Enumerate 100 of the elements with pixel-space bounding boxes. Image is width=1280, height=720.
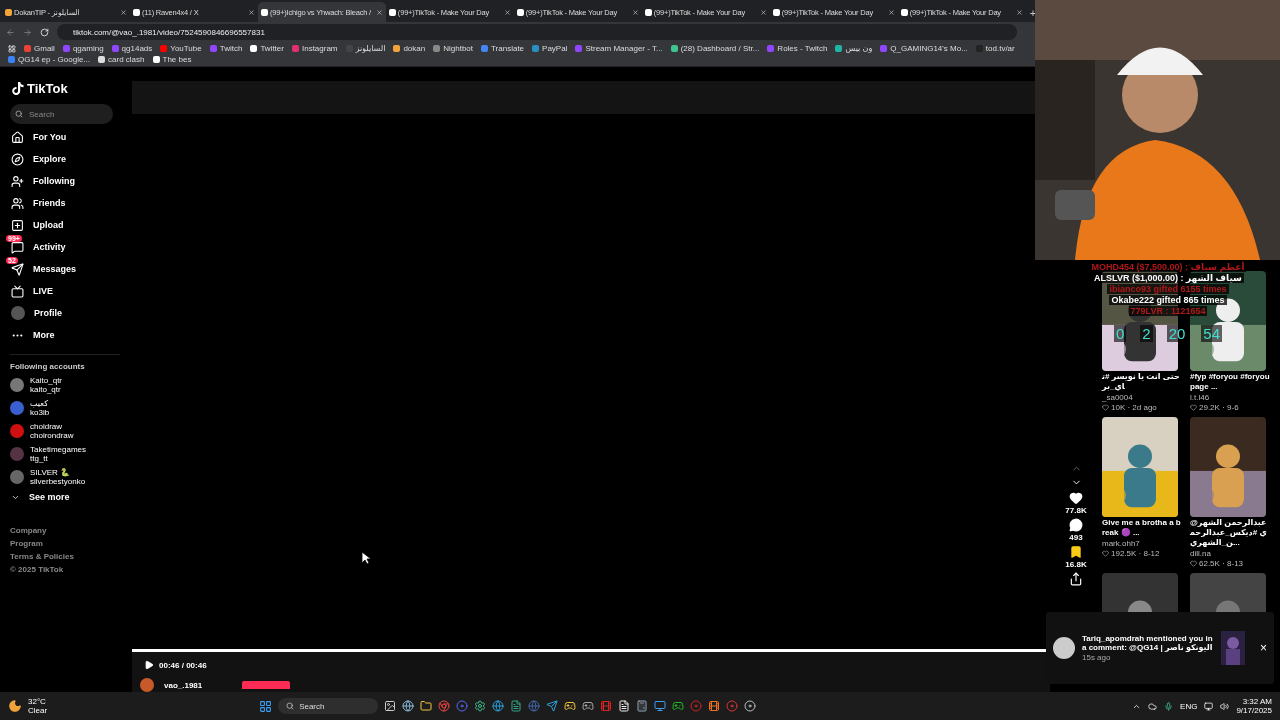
clock-date[interactable]: 9/17/2025 [1236, 706, 1272, 715]
account-name[interactable]: كعيب [30, 399, 50, 408]
bookmark-link[interactable]: السايلونز [345, 44, 386, 53]
bookmark-link[interactable]: ون بيس [835, 44, 873, 53]
disc-icon[interactable] [744, 700, 757, 712]
search-field[interactable]: Search [10, 104, 113, 124]
account-handle[interactable]: kaito_qtr [30, 385, 63, 394]
avatar-icon[interactable] [10, 424, 24, 438]
image-icon[interactable] [384, 700, 397, 712]
author-name[interactable]: l.t.l46 [1190, 393, 1270, 402]
nav-item[interactable]: Upload [10, 214, 120, 236]
account-name[interactable]: Taketimegames [30, 445, 87, 454]
account-name[interactable]: Kaito_qtr [30, 376, 63, 385]
file-icon[interactable] [618, 700, 631, 712]
bookmark-link[interactable]: qgaming [62, 44, 104, 53]
reload-icon[interactable] [40, 27, 49, 37]
account-handle[interactable]: choirondraw [30, 431, 74, 440]
account-name[interactable]: choidraw [30, 422, 74, 431]
bookmark-link[interactable]: tod.tv/ar [975, 44, 1015, 53]
close-icon[interactable] [631, 8, 639, 16]
bookmark-link[interactable]: YouTube [160, 44, 202, 53]
nav-item[interactable]: Explore [10, 148, 120, 170]
start-icon[interactable] [259, 699, 273, 713]
footer-link[interactable]: Program [10, 539, 120, 548]
close-icon[interactable] [375, 8, 383, 16]
bookmark-link[interactable]: dokan [393, 44, 426, 53]
video-caption[interactable]: @عبدالرحمن الشهري #ديكس_عبدالرحمن_الشهري... [1190, 518, 1270, 548]
author-name[interactable]: vao_.1981 [164, 680, 203, 690]
account-handle[interactable]: ttg_tt [30, 454, 87, 463]
bookmark-link[interactable]: PayPal [532, 44, 568, 53]
close-icon[interactable] [759, 8, 767, 16]
account-handle[interactable]: silverbestyonko [30, 477, 86, 486]
nav-item[interactable]: Profile [10, 302, 120, 324]
close-icon[interactable] [1015, 8, 1023, 16]
account-handle[interactable]: ko3ib [30, 408, 50, 417]
avatar-icon[interactable] [10, 470, 24, 484]
bookmark-link[interactable]: Twitch [209, 44, 243, 53]
video-caption[interactable]: Give me a brotha a break 🟣 ... [1102, 518, 1182, 538]
nav-item[interactable]: LIVE [10, 280, 120, 302]
avatar-icon[interactable] [10, 401, 24, 415]
nav-item[interactable]: Following [10, 170, 120, 192]
video-caption[interactable]: حتى انت يا نويسر #تاي_بر [1102, 372, 1182, 392]
calculator-icon[interactable] [636, 700, 649, 712]
bookmark-link[interactable]: QG14 ep - Google... [8, 55, 91, 64]
footer-link[interactable]: © 2025 TikTok [10, 565, 120, 574]
bookmark-link[interactable]: Gmail [24, 44, 55, 53]
bookmark-link[interactable]: Q_GAMING14's Mo... [880, 44, 968, 53]
nav-item[interactable]: More [10, 324, 120, 346]
nav-item[interactable]: Friends [10, 192, 120, 214]
avatar-icon[interactable] [10, 378, 24, 392]
footer-link[interactable]: Company [10, 526, 120, 535]
bookmark-link[interactable]: (28) Dashboard / Str... [670, 44, 760, 53]
share-icon[interactable] [1069, 572, 1083, 586]
tiktok-logo[interactable]: TikTok [12, 81, 120, 96]
disc-icon[interactable] [726, 700, 739, 712]
bookmark-link[interactable]: qg14ads [111, 44, 153, 53]
bookmark-link[interactable]: Instagram [291, 44, 338, 53]
forward-icon[interactable] [23, 27, 32, 37]
nav-item[interactable]: For You [10, 126, 120, 148]
folder-icon[interactable] [420, 700, 433, 712]
disc-icon[interactable] [456, 700, 469, 712]
globe-icon[interactable] [402, 700, 415, 712]
bookmark-link[interactable]: Translate [481, 44, 525, 53]
monitor-icon[interactable] [654, 700, 667, 712]
address-field[interactable]: tiktok.com/@vao_.1981/video/7524590846696557831 [57, 24, 1017, 40]
monitor-icon[interactable] [1204, 701, 1214, 711]
heart-icon[interactable] [1069, 491, 1083, 505]
close-button[interactable]: × [1260, 641, 1267, 655]
bookmark-link[interactable]: card clash [98, 55, 145, 64]
file-icon[interactable] [510, 700, 523, 712]
gamepad-icon[interactable] [672, 700, 685, 712]
back-icon[interactable] [6, 27, 15, 37]
chrome-icon[interactable] [438, 700, 451, 712]
film-icon[interactable] [708, 700, 721, 712]
author-name[interactable]: _sa0004 [1102, 393, 1182, 402]
mic-icon[interactable] [1164, 701, 1174, 711]
follow-button[interactable] [242, 681, 291, 689]
comment-icon[interactable] [1069, 518, 1083, 532]
film-icon[interactable] [600, 700, 613, 712]
volume-icon[interactable] [1220, 701, 1230, 711]
bookmark-link[interactable]: The bes [152, 55, 192, 64]
bookmark-link[interactable]: Stream Manager - T... [575, 44, 663, 53]
bookmark-link[interactable]: Nightbot [433, 44, 473, 53]
close-icon[interactable] [247, 8, 255, 16]
close-icon[interactable] [503, 8, 511, 16]
author-name[interactable]: mark.ohh7 [1102, 539, 1182, 548]
bookmark-link[interactable]: Twitter [250, 44, 284, 53]
play-icon[interactable] [144, 660, 154, 670]
close-icon[interactable] [887, 8, 895, 16]
send-icon[interactable] [546, 700, 559, 712]
bookmark-link[interactable]: Roles - Twitch [767, 44, 828, 53]
video-caption[interactable]: #fyp #foryou #foryoupage ... [1190, 372, 1270, 392]
see-more-button[interactable]: See more [10, 486, 120, 508]
apps-icon[interactable] [8, 44, 16, 53]
footer-link[interactable]: Terms & Policies [10, 552, 120, 561]
bookmark-icon[interactable] [1069, 545, 1083, 559]
language-label[interactable]: ENG [1180, 701, 1198, 711]
close-icon[interactable] [119, 8, 127, 16]
author-name[interactable]: dill.na [1190, 549, 1270, 558]
search-field[interactable]: Search [278, 698, 379, 714]
